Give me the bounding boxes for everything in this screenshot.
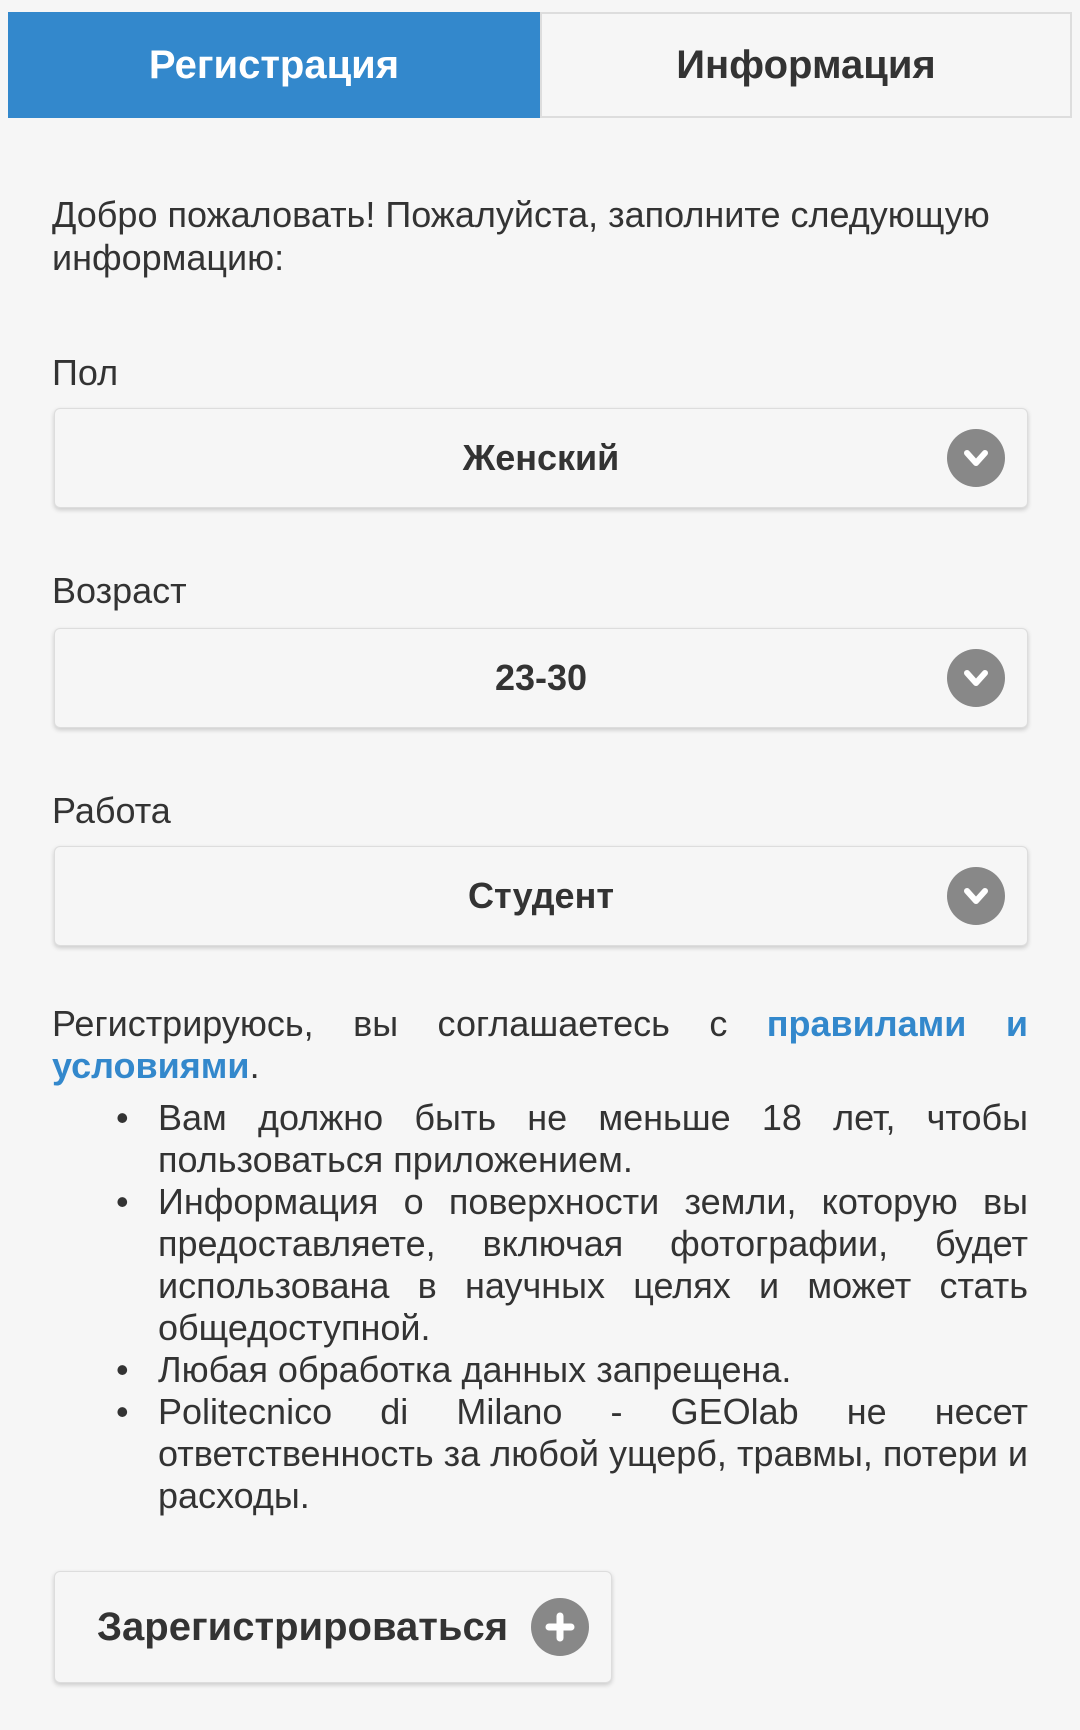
bullet-icon: • [116, 1349, 129, 1390]
list-item: • Информация о поверхности земли, которую… [116, 1181, 1028, 1348]
bullet-icon: • [116, 1097, 129, 1138]
age-select[interactable]: 23-30 [54, 628, 1028, 728]
tab-information[interactable]: Информация [540, 14, 1070, 116]
terms-suffix: . [249, 1045, 260, 1086]
job-select[interactable]: Студент [54, 846, 1028, 946]
job-value: Студент [468, 875, 614, 916]
chevron-down-icon [947, 867, 1005, 925]
bullet-icon: • [116, 1391, 129, 1432]
tab-registration[interactable]: Регистрация [8, 12, 540, 118]
intro-text: Добро пожаловать! Пожалуйста, заполните … [52, 194, 990, 278]
gender-label: Пол [52, 352, 119, 393]
terms-prefix: Регистрируюсь, вы соглашаетесь с [52, 1003, 767, 1044]
list-item: • Вам должно быть не меньше 18 лет, чтобы… [116, 1097, 1028, 1180]
register-button[interactable]: Зарегистрироваться [54, 1571, 612, 1683]
register-button-label: Зарегистрироваться [97, 1604, 509, 1649]
intro-block: Добро пожаловать! Пожалуйста, заполните … [52, 193, 1028, 279]
chevron-down-icon [947, 429, 1005, 487]
gender-select[interactable]: Женский [54, 408, 1028, 508]
terms-block: Регистрируюсь, вы соглашаетесь с правила… [52, 1003, 1028, 1517]
bullet-icon: • [116, 1181, 129, 1222]
tab-bar: Регистрация Информация [8, 12, 1072, 118]
list-item: • Politecnico di Milano - GEOlab не несет… [116, 1391, 1028, 1516]
chevron-down-icon [947, 649, 1005, 707]
plus-icon [531, 1598, 589, 1656]
gender-value: Женский [462, 437, 620, 478]
job-label: Работа [52, 790, 171, 831]
age-value: 23-30 [494, 657, 588, 698]
list-item: • Любая обработка данных запрещена. [116, 1349, 792, 1390]
terms-agreement: Регистрируюсь, вы соглашаетесь с правила… [52, 1003, 1028, 1087]
terms-list: • Вам должно быть не меньше 18 лет, чтобы… [52, 1097, 1028, 1517]
age-label: Возраст [52, 570, 187, 611]
